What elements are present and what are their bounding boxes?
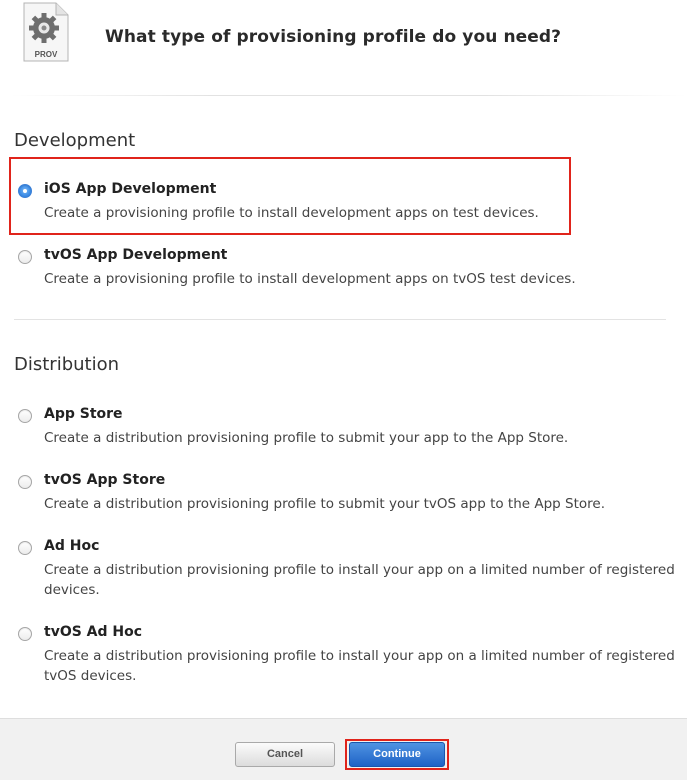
tvos-app-development-radio[interactable] [18,250,32,264]
provisioning-file-icon: PROV [22,2,70,62]
footer-bar: Cancel Continue [0,718,687,780]
header-divider [10,95,687,96]
option-label: App Store [44,406,123,422]
prov-label: PROV [35,50,58,59]
section-divider [14,319,666,320]
ad-hoc-radio[interactable] [18,541,32,555]
continue-button[interactable]: Continue [349,742,445,767]
option-description: Create a provisioning profile to install… [44,271,576,287]
option-label: tvOS App Development [44,247,228,263]
app-store-radio[interactable] [18,409,32,423]
selection-highlight-box [9,157,571,235]
provisioning-profile-page: PROV What type of provisioning profile d… [0,0,687,780]
page-title: What type of provisioning profile do you… [105,27,562,47]
cancel-button[interactable]: Cancel [235,742,335,767]
option-label: tvOS App Store [44,472,166,488]
option-description: Create a distribution provisioning profi… [44,496,605,512]
continue-highlight-box: Continue [345,739,449,770]
option-description: Create a distribution provisioning profi… [44,648,675,684]
option-label: Ad Hoc [44,538,100,554]
option-description: Create a distribution provisioning profi… [44,430,569,446]
development-section-title: Development [14,130,136,151]
tvos-ad-hoc-radio[interactable] [18,627,32,641]
distribution-section-title: Distribution [14,354,120,375]
tvos-app-store-radio[interactable] [18,475,32,489]
option-label: tvOS Ad Hoc [44,624,143,640]
option-description: Create a distribution provisioning profi… [44,562,675,598]
